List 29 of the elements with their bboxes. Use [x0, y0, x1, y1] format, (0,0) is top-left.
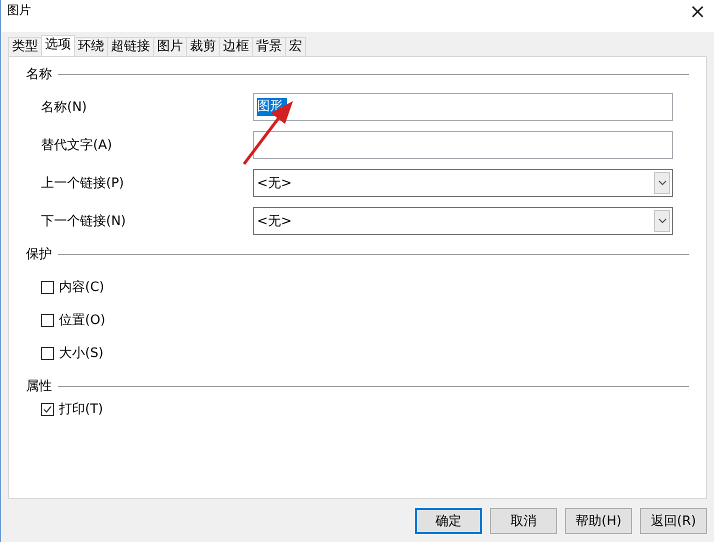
checkbox-label: 位置(O) [59, 312, 106, 329]
checkbox-label: 打印(T) [59, 401, 104, 418]
section-title: 属性 [26, 378, 52, 395]
field-label: 上一个链接(P) [41, 175, 125, 192]
checkbox[interactable] [41, 314, 54, 326]
section-title: 名称 [26, 66, 52, 83]
window-title: 图片 [7, 2, 31, 19]
field-label: 下一个链接(N) [41, 213, 127, 230]
checkbox[interactable] [41, 346, 54, 360]
dialog-button[interactable]: 确定 [415, 508, 482, 534]
dialog-button[interactable]: 帮助(H) [565, 508, 632, 534]
tab[interactable]: 宏 [285, 37, 306, 56]
dialog-button[interactable]: 取消 [490, 508, 557, 534]
field-label: 名称(N) [41, 99, 88, 116]
checkbox[interactable] [41, 402, 54, 416]
input-field[interactable] [253, 131, 673, 159]
checkbox-label: 大小(S) [59, 345, 104, 362]
tab[interactable]: 类型 [8, 37, 42, 56]
dialog-button[interactable]: 返回(R) [640, 508, 707, 534]
chevron-icon[interactable] [654, 210, 670, 232]
dropdown[interactable]: <无> [253, 169, 673, 197]
section-title: 保护 [26, 246, 52, 263]
chevron-icon[interactable] [654, 172, 670, 194]
checkbox-label: 内容(C) [59, 279, 104, 296]
checkbox[interactable] [41, 280, 54, 294]
dropdown[interactable]: <无> [253, 207, 673, 235]
close-button[interactable]: × [685, 2, 710, 20]
tab[interactable]: 选项 [41, 35, 75, 56]
field-label: 替代文字(A) [41, 137, 114, 154]
